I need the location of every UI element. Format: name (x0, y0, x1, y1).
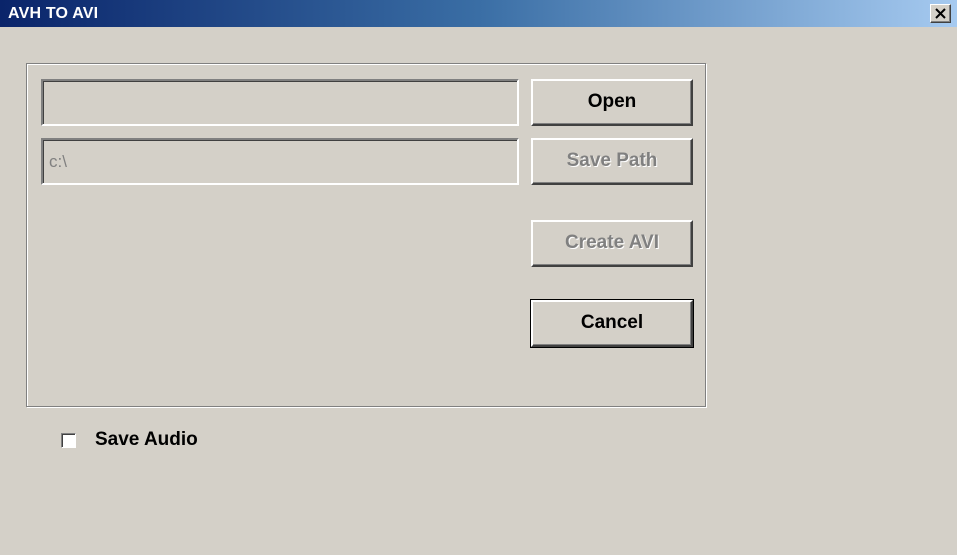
save-path-button[interactable]: Save Path (531, 138, 693, 185)
open-button[interactable]: Open (531, 79, 693, 126)
save-path-field[interactable] (41, 138, 519, 185)
save-audio-option[interactable]: Save Audio (61, 427, 198, 453)
save-audio-checkbox[interactable] (61, 432, 76, 448)
cancel-button[interactable]: Cancel (530, 299, 694, 348)
window-title: AVH TO AVI (8, 5, 99, 22)
close-button[interactable] (930, 4, 951, 23)
dialog-window: AVH TO AVI Open Save Path Create AVI Can… (0, 0, 957, 555)
close-icon (935, 8, 946, 19)
save-audio-label: Save Audio (95, 429, 198, 450)
source-file-field[interactable] (41, 79, 519, 126)
title-bar[interactable]: AVH TO AVI (0, 0, 957, 27)
create-avi-button[interactable]: Create AVI (531, 220, 693, 267)
